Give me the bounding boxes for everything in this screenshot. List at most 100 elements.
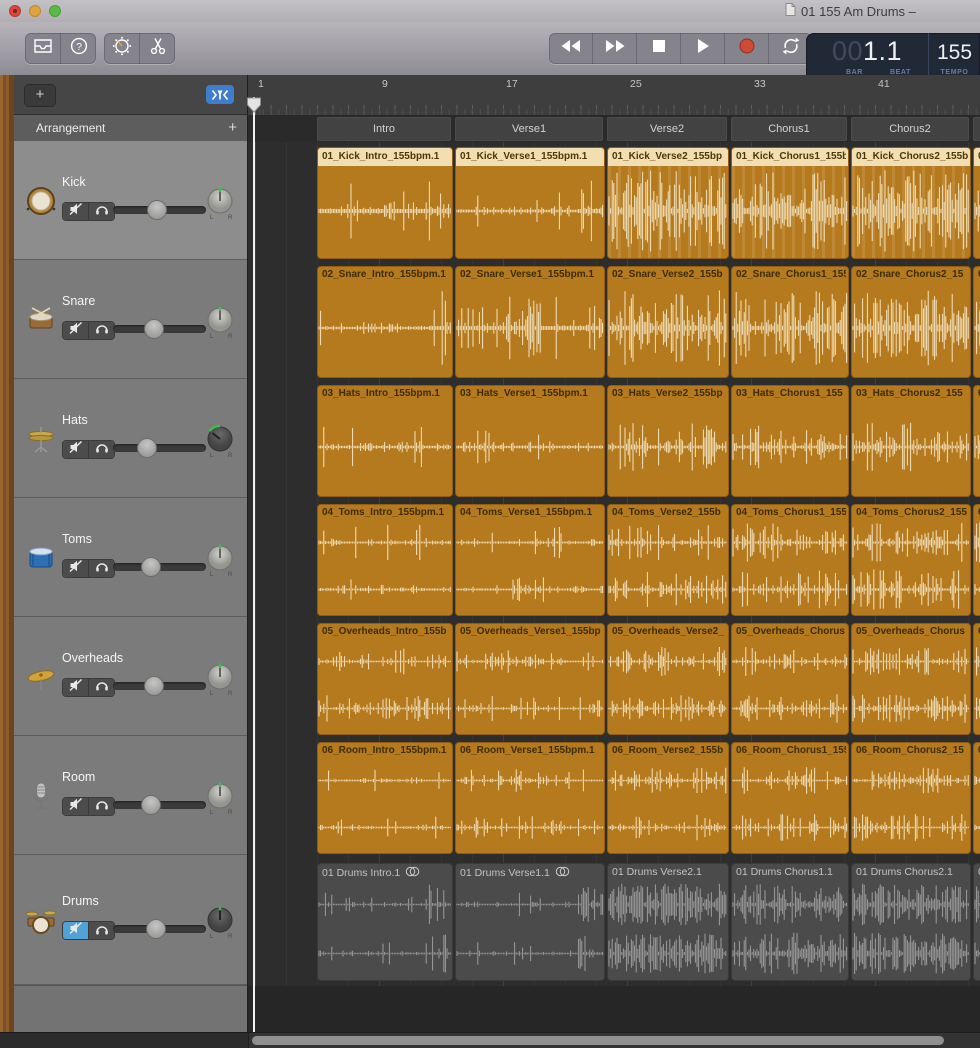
volume-slider[interactable] bbox=[113, 325, 206, 333]
track-header-room[interactable]: RoomLR bbox=[14, 736, 247, 855]
lcd-display[interactable]: 001.1 BAR BEAT 155 TEMPO bbox=[806, 33, 980, 81]
split-button[interactable] bbox=[139, 33, 175, 64]
pan-knob[interactable]: LR bbox=[203, 543, 239, 579]
pan-knob[interactable]: LR bbox=[203, 186, 239, 222]
track-header-toms[interactable]: TomsLR bbox=[14, 498, 247, 617]
region-toms-4[interactable]: 04_Toms_Chorus1_155 bbox=[731, 504, 849, 616]
horizontal-scrollbar-thumb[interactable] bbox=[252, 1036, 944, 1045]
region-snare-6[interactable]: 0 bbox=[973, 266, 980, 378]
region-room-6[interactable]: 0 bbox=[973, 742, 980, 854]
region-overheads-3[interactable]: 05_Overheads_Verse2_ bbox=[607, 623, 729, 735]
region-kick-4[interactable]: 01_Kick_Chorus1_155b bbox=[731, 147, 849, 259]
region-hats-5[interactable]: 03_Hats_Chorus2_155 bbox=[851, 385, 971, 497]
pan-knob[interactable]: LR bbox=[203, 662, 239, 698]
region-hats-6[interactable]: 0 bbox=[973, 385, 980, 497]
arrangement-section-verse2[interactable]: Verse2 bbox=[607, 117, 727, 141]
region-kick-5[interactable]: 01_Kick_Chorus2_155b bbox=[851, 147, 971, 259]
mute-button[interactable] bbox=[63, 322, 88, 339]
record-button[interactable] bbox=[724, 33, 768, 64]
region-room-3[interactable]: 06_Room_Verse2_155b bbox=[607, 742, 729, 854]
region-drums-4[interactable]: 01 Drums Chorus1.1 bbox=[731, 863, 849, 981]
pan-knob[interactable]: LR bbox=[203, 781, 239, 817]
volume-slider[interactable] bbox=[113, 206, 206, 214]
region-snare-4[interactable]: 02_Snare_Chorus1_155 bbox=[731, 266, 849, 378]
mute-button[interactable] bbox=[63, 922, 88, 939]
pan-knob[interactable]: LR bbox=[203, 424, 239, 460]
tuner-button[interactable] bbox=[104, 33, 139, 64]
region-toms-2[interactable]: 04_Toms_Verse1_155bpm.1 bbox=[455, 504, 605, 616]
region-kick-6[interactable]: 0 bbox=[973, 147, 980, 259]
region-drums-3[interactable]: 01 Drums Verse2.1 bbox=[607, 863, 729, 981]
volume-slider-handle[interactable] bbox=[137, 438, 157, 458]
zoom-window-button[interactable] bbox=[49, 5, 61, 17]
solo-button[interactable] bbox=[88, 560, 114, 577]
volume-slider[interactable] bbox=[113, 925, 206, 933]
arrangement-section-verse1[interactable]: Verse1 bbox=[455, 117, 603, 141]
arrangement-track-header[interactable]: Arrangement + bbox=[14, 115, 247, 142]
catch-playhead-button[interactable] bbox=[206, 85, 234, 104]
region-snare-3[interactable]: 02_Snare_Verse2_155b bbox=[607, 266, 729, 378]
arrangement-section-partial[interactable] bbox=[973, 117, 980, 141]
region-hats-1[interactable]: 03_Hats_Intro_155bpm.1 bbox=[317, 385, 453, 497]
region-snare-1[interactable]: 02_Snare_Intro_155bpm.1 bbox=[317, 266, 453, 378]
solo-button[interactable] bbox=[88, 798, 114, 815]
region-overheads-1[interactable]: 05_Overheads_Intro_155b bbox=[317, 623, 453, 735]
region-room-4[interactable]: 06_Room_Chorus1_155 bbox=[731, 742, 849, 854]
volume-slider-handle[interactable] bbox=[147, 200, 167, 220]
bar-ruler[interactable]: 1917253341 bbox=[248, 75, 980, 116]
volume-slider[interactable] bbox=[113, 444, 206, 452]
volume-slider-handle[interactable] bbox=[141, 795, 161, 815]
region-drums-5[interactable]: 01 Drums Chorus2.1 bbox=[851, 863, 971, 981]
rewind-button[interactable] bbox=[549, 33, 592, 64]
pan-knob[interactable]: LR bbox=[203, 305, 239, 341]
region-overheads-4[interactable]: 05_Overheads_Chorus bbox=[731, 623, 849, 735]
region-snare-2[interactable]: 02_Snare_Verse1_155bpm.1 bbox=[455, 266, 605, 378]
region-kick-1[interactable]: 01_Kick_Intro_155bpm.1 bbox=[317, 147, 453, 259]
fast-forward-button[interactable] bbox=[592, 33, 636, 64]
mute-button[interactable] bbox=[63, 203, 88, 220]
region-toms-3[interactable]: 04_Toms_Verse2_155b bbox=[607, 504, 729, 616]
mute-button[interactable] bbox=[63, 441, 88, 458]
solo-button[interactable] bbox=[88, 922, 114, 939]
mute-button[interactable] bbox=[63, 798, 88, 815]
solo-button[interactable] bbox=[88, 679, 114, 696]
solo-button[interactable] bbox=[88, 322, 114, 339]
region-overheads-5[interactable]: 05_Overheads_Chorus bbox=[851, 623, 971, 735]
solo-button[interactable] bbox=[88, 203, 114, 220]
arrangement-section-intro[interactable]: Intro bbox=[317, 117, 451, 141]
region-kick-2[interactable]: 01_Kick_Verse1_155bpm.1 bbox=[455, 147, 605, 259]
region-toms-5[interactable]: 04_Toms_Chorus2_155 bbox=[851, 504, 971, 616]
solo-button[interactable] bbox=[88, 441, 114, 458]
volume-slider-handle[interactable] bbox=[146, 919, 166, 939]
arrangement-section-chorus1[interactable]: Chorus1 bbox=[731, 117, 847, 141]
volume-slider-handle[interactable] bbox=[144, 676, 164, 696]
region-room-1[interactable]: 06_Room_Intro_155bpm.1 bbox=[317, 742, 453, 854]
region-overheads-2[interactable]: 05_Overheads_Verse1_155bp bbox=[455, 623, 605, 735]
volume-slider-handle[interactable] bbox=[144, 319, 164, 339]
arrangement-section-chorus2[interactable]: Chorus2 bbox=[851, 117, 969, 141]
arrangement-add-button[interactable]: + bbox=[228, 115, 237, 140]
track-header-kick[interactable]: KickLR bbox=[14, 141, 247, 260]
region-room-5[interactable]: 06_Room_Chorus2_15 bbox=[851, 742, 971, 854]
region-kick-3[interactable]: 01_Kick_Verse2_155bp bbox=[607, 147, 729, 259]
region-overheads-6[interactable]: 0 bbox=[973, 623, 980, 735]
region-toms-6[interactable]: 0 bbox=[973, 504, 980, 616]
volume-slider[interactable] bbox=[113, 682, 206, 690]
close-window-button[interactable] bbox=[9, 5, 21, 17]
play-button[interactable] bbox=[680, 33, 724, 64]
region-snare-5[interactable]: 02_Snare_Chorus2_15 bbox=[851, 266, 971, 378]
track-header-drums[interactable]: DrumsLR bbox=[14, 855, 247, 985]
horizontal-scrollbar[interactable] bbox=[0, 1032, 980, 1048]
volume-slider[interactable] bbox=[113, 801, 206, 809]
region-hats-3[interactable]: 03_Hats_Verse2_155bp bbox=[607, 385, 729, 497]
region-toms-1[interactable]: 04_Toms_Intro_155bpm.1 bbox=[317, 504, 453, 616]
track-header-snare[interactable]: SnareLR bbox=[14, 260, 247, 379]
minimize-window-button[interactable] bbox=[29, 5, 41, 17]
mute-button[interactable] bbox=[63, 560, 88, 577]
track-header-overheads[interactable]: OverheadsLR bbox=[14, 617, 247, 736]
pan-knob[interactable]: LR bbox=[203, 905, 239, 941]
volume-slider-handle[interactable] bbox=[141, 557, 161, 577]
region-drums-1[interactable]: 01 Drums Intro.1 bbox=[317, 863, 453, 981]
quick-help-button[interactable]: ? bbox=[60, 33, 96, 64]
region-drums-6[interactable]: 0 bbox=[973, 863, 980, 981]
